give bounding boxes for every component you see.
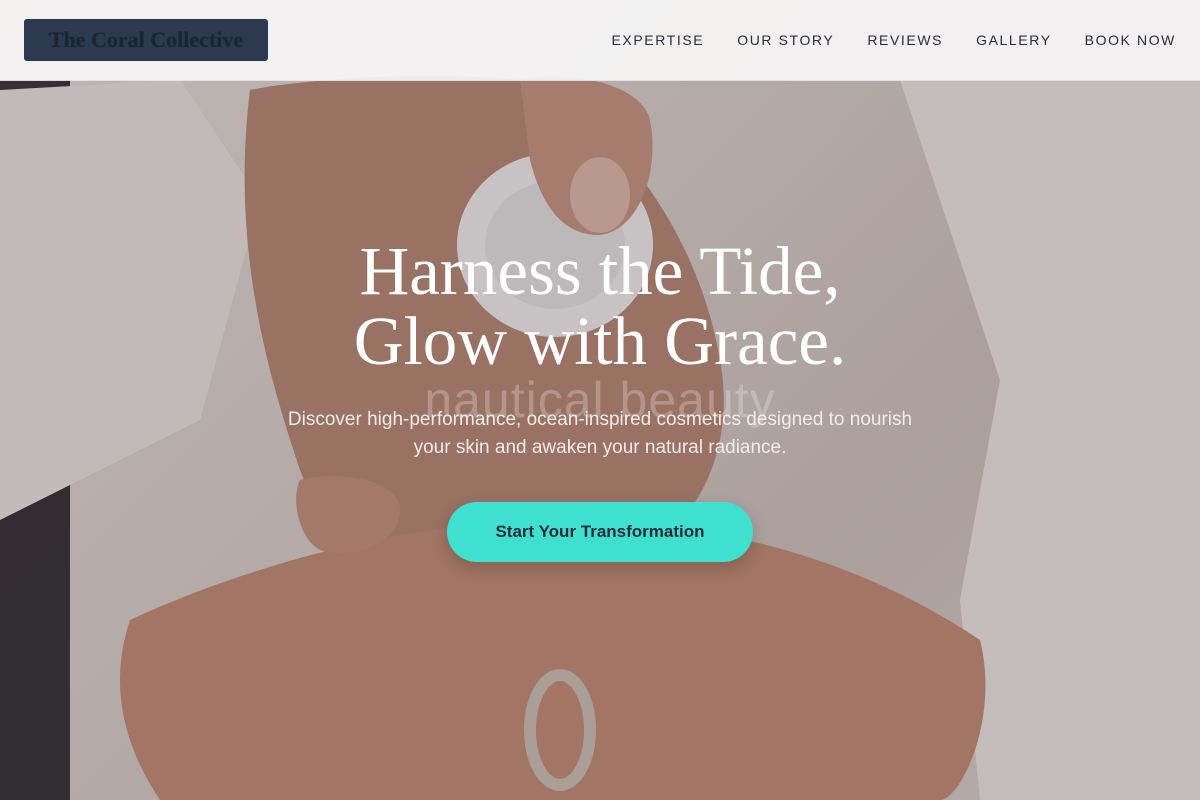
hero-subtitle: Discover high-performance, ocean-inspire… (287, 409, 913, 458)
logo-link[interactable]: The Coral Collective (24, 19, 268, 61)
site-header: The Coral Collective EXPERTISE OUR STORY… (0, 0, 1200, 81)
main-nav: EXPERTISE OUR STORY REVIEWS GALLERY BOOK… (578, 0, 1176, 80)
nav-link-our-story[interactable]: OUR STORY (737, 32, 834, 48)
hero-title-line-2: Glow with Grace. (353, 303, 847, 379)
nav-link-expertise[interactable]: EXPERTISE (611, 32, 704, 48)
nav-link-gallery[interactable]: GALLERY (976, 32, 1052, 48)
start-transformation-button[interactable]: Start Your Transformation (447, 502, 753, 562)
hero-title-line-1: Harness the Tide, (359, 233, 841, 309)
hero-title: Harness the Tide, Glow with Grace. (0, 236, 1200, 376)
nav-link-book-now[interactable]: BOOK NOW (1085, 32, 1176, 48)
nav-link-reviews[interactable]: REVIEWS (867, 32, 943, 48)
